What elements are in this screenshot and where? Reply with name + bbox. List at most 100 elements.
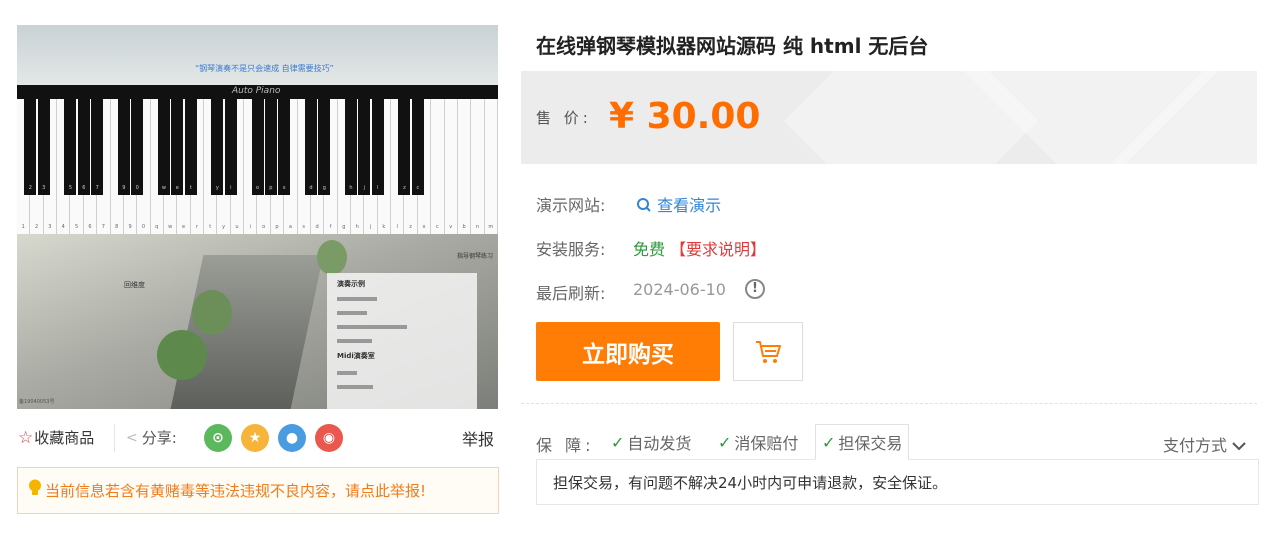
piano-black-key: 6: [77, 99, 90, 195]
guarantee-escrow-tab[interactable]: ✓ 担保交易: [815, 424, 910, 460]
panel-line: [337, 385, 373, 389]
piano-key-label: y: [222, 224, 226, 230]
piano-key-label: e: [175, 185, 179, 191]
wechat-icon: ⊙: [212, 430, 224, 446]
piano-black-key: j: [358, 99, 371, 195]
report-warning-box[interactable]: 当前信息若含有黄赌毒等违法违规不良内容，请点此举报!: [17, 467, 499, 514]
piano-key-label: f: [329, 224, 332, 230]
piano-key-label: o: [255, 185, 260, 191]
piano-white-key: n: [471, 99, 485, 234]
demo-link[interactable]: 查看演示: [636, 192, 721, 216]
piano-key-label: h: [349, 185, 353, 191]
info-icon[interactable]: !: [745, 279, 765, 299]
piano-black-key: 7: [91, 99, 104, 195]
share-text: 分享:: [141, 429, 177, 447]
star-icon: ☆: [18, 427, 34, 448]
piano-key-label: j: [369, 224, 372, 230]
guarantee-consumer-protection[interactable]: ✓ 消保赔付: [718, 424, 798, 460]
buy-now-button[interactable]: 立即购买: [536, 322, 720, 381]
piano-key-label: w: [161, 185, 167, 191]
payment-methods-label: 支付方式: [1163, 436, 1228, 455]
piano-key-label: s: [282, 185, 286, 191]
qzone-share-button[interactable]: ★: [241, 424, 269, 452]
favorite-label: 收藏商品: [34, 429, 95, 447]
install-label: 安装服务:: [536, 240, 606, 259]
piano-key-label: p: [269, 185, 273, 191]
piano-black-key: 9: [117, 99, 130, 195]
piano-key-label: e: [181, 224, 186, 230]
piano-key-label: d: [309, 185, 313, 191]
add-to-cart-button[interactable]: [733, 322, 803, 381]
piano-key-label: o: [262, 224, 266, 230]
piano-key-label: 9: [122, 185, 126, 191]
favorite-button[interactable]: ☆ 收藏商品: [18, 427, 94, 448]
guarantee-item-label: 自动发货: [627, 434, 692, 453]
divider: [114, 424, 115, 452]
piano-key-label: 2: [28, 185, 32, 191]
check-circle-icon: ✓: [718, 432, 732, 452]
plant-decoration: [317, 240, 347, 275]
piano-key-label: x: [422, 224, 426, 230]
piano-key-label: g: [342, 224, 346, 230]
demo-link-text: 查看演示: [657, 196, 722, 215]
chevron-down-icon: [1232, 442, 1246, 451]
panel-line: [337, 371, 357, 375]
piano-key-label: q: [155, 224, 159, 230]
piano-key-label: 3: [42, 185, 46, 191]
piano-black-key: 2: [24, 99, 37, 195]
install-requirements-link[interactable]: 【要求说明】: [670, 236, 766, 260]
wechat-share-button[interactable]: ⊙: [204, 424, 232, 452]
refresh-label: 最后刷新:: [536, 284, 606, 303]
piano-white-key: b: [457, 99, 472, 234]
image-banner-text: “钢琴演奏不是只会速成 自律需要技巧”: [195, 64, 334, 73]
piano-black-key: w: [157, 99, 170, 195]
share-icon: <: [126, 429, 138, 446]
piano-black-key: 5: [64, 99, 77, 195]
piano-black-key: e: [171, 99, 184, 195]
piano-black-key: d: [304, 99, 317, 195]
product-image[interactable]: “钢琴演奏不是只会速成 自律需要技巧” Auto Piano 1 2 3 4 5 6 7 8 9…: [17, 25, 498, 409]
piano-key-label: k: [382, 224, 386, 230]
piano-black-key: p: [264, 99, 277, 195]
piano-white-key: m: [484, 99, 498, 234]
image-side-tag: 指导钢琴练习: [457, 253, 494, 260]
piano-key-label: a: [288, 224, 292, 230]
piano-key-label: c: [435, 224, 439, 230]
plant-decoration: [192, 290, 232, 335]
piano-black-key: s: [278, 99, 291, 195]
weibo-icon: ◉: [322, 430, 336, 446]
piano-black-key: 0: [131, 99, 144, 195]
qq-share-button[interactable]: ●: [278, 424, 306, 452]
share-label: < 分享:: [126, 427, 177, 448]
piano-black-key: o: [251, 99, 264, 195]
guarantee-auto-delivery[interactable]: ✓ 自动发货: [611, 424, 691, 460]
piano-key-label: h: [355, 224, 359, 230]
panel-heading: 演奏示例: [337, 280, 365, 288]
install-free: 免费: [633, 240, 666, 259]
piano-black-key: 3: [37, 99, 50, 195]
panel-line: [337, 339, 372, 343]
check-circle-icon: ✓: [611, 432, 625, 452]
panel-line: [337, 325, 407, 329]
weibo-share-button[interactable]: ◉: [315, 424, 343, 452]
piano-white-key: v: [444, 99, 458, 234]
piano-key-label: 3: [48, 224, 52, 230]
piano-black-key: g: [318, 99, 331, 195]
piano-key-label: y: [215, 185, 219, 191]
piano-key-label: t: [209, 224, 212, 230]
piano-key-label: b: [462, 224, 466, 230]
piano-key-label: 9: [128, 224, 132, 230]
image-song-panel: 演奏示例 Midi演奏室: [327, 273, 477, 409]
piano-key-label: g: [322, 185, 326, 191]
image-icp: 备19040053号: [19, 399, 55, 405]
piano-black-key: l: [371, 99, 384, 195]
payment-methods-dropdown[interactable]: 支付方式: [1163, 432, 1246, 456]
piano-key-label: 6: [88, 224, 92, 230]
piano-key-label: t: [189, 185, 192, 191]
qzone-star-icon: ★: [248, 430, 262, 446]
piano-black-key: t: [184, 99, 197, 195]
piano-key-label: 7: [101, 224, 105, 230]
report-link[interactable]: 举报: [462, 426, 494, 450]
piano-key-label: l: [396, 224, 398, 230]
search-icon: [637, 198, 651, 212]
